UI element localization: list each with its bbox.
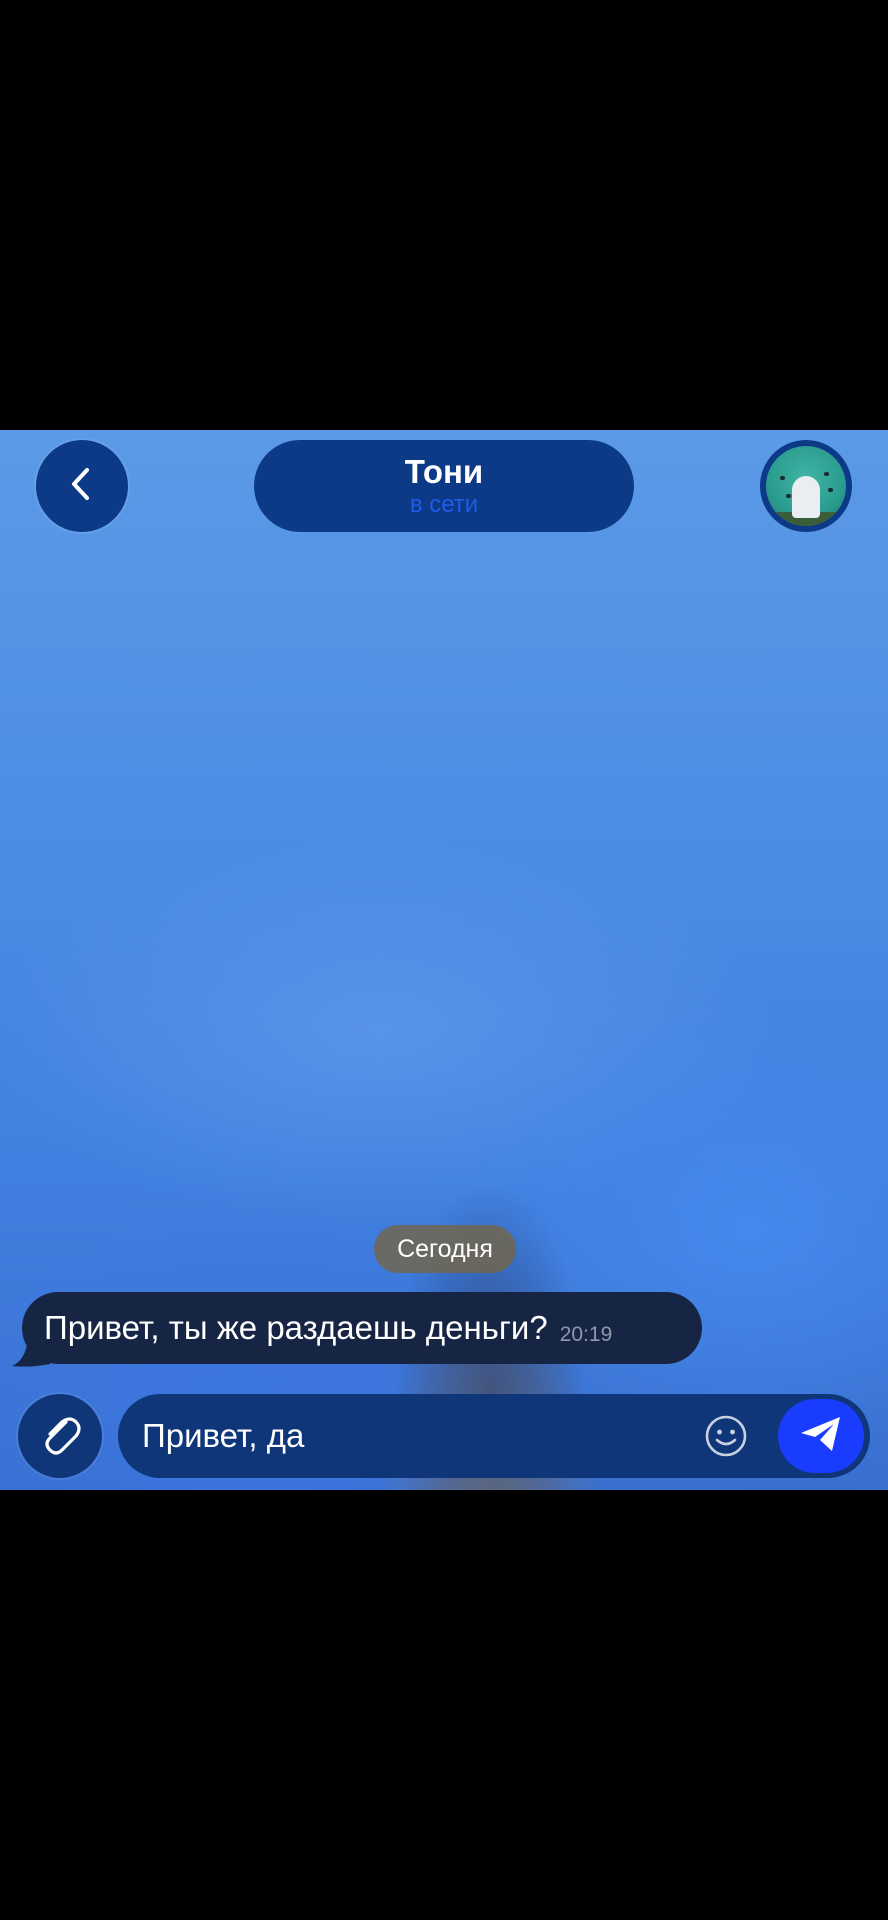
back-button[interactable] <box>36 440 128 532</box>
avatar-duck <box>824 472 829 476</box>
avatar-duck <box>786 494 791 498</box>
avatar-image <box>766 446 846 526</box>
paperclip-icon <box>36 1410 84 1463</box>
avatar-duck <box>780 476 785 480</box>
phone-screen: Тони в сети Сегодня Привет, ты же раздае… <box>0 0 888 1920</box>
message-time: 20:19 <box>559 1323 613 1346</box>
online-status: в сети <box>409 491 479 518</box>
message-input[interactable]: Привет, да <box>118 1394 870 1478</box>
message-text: Привет, ты же раздаешь деньги? <box>44 1309 548 1346</box>
chat-header[interactable]: Тони в сети <box>254 440 634 532</box>
avatar-duck <box>828 488 833 492</box>
chat-view: Тони в сети Сегодня Привет, ты же раздае… <box>0 430 888 1490</box>
avatar-ghost-figure <box>792 476 820 518</box>
smiley-icon[interactable] <box>704 1414 748 1458</box>
send-button[interactable] <box>778 1399 864 1473</box>
paper-plane-icon <box>798 1413 844 1460</box>
chevron-left-icon <box>62 464 102 509</box>
avatar[interactable] <box>760 440 852 532</box>
chat-title: Тони <box>404 453 484 490</box>
attach-button[interactable] <box>18 1394 102 1478</box>
message-input-value[interactable]: Привет, да <box>142 1414 304 1458</box>
incoming-message[interactable]: Привет, ты же раздаешь деньги? 20:19 <box>22 1292 702 1364</box>
date-divider: Сегодня <box>374 1225 516 1273</box>
